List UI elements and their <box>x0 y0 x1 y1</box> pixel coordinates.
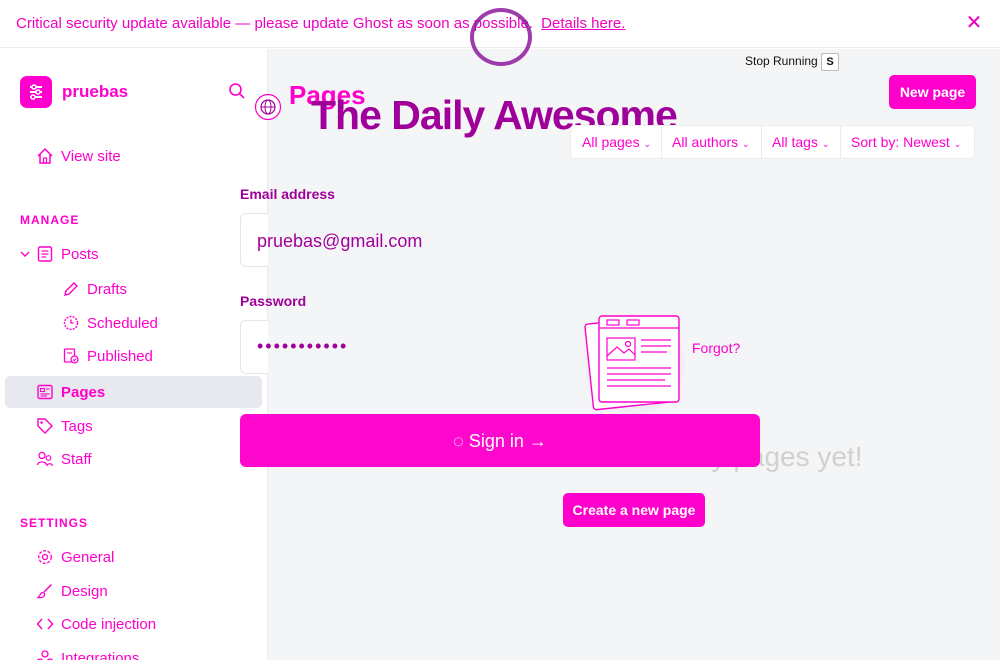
posts-icon <box>36 245 54 263</box>
sidebar-item-label: Drafts <box>87 281 128 298</box>
sidebar-item-label: Staff <box>61 451 92 468</box>
empty-pages-illustration <box>577 306 693 416</box>
caret-down-icon: ⌄ <box>953 139 962 149</box>
password-value[interactable]: ••••••••••• <box>257 336 348 357</box>
filter-authors[interactable]: All authors ⌄ <box>672 126 750 158</box>
clock-icon <box>62 314 80 332</box>
filter-label: Sort by: Newest <box>851 134 950 150</box>
published-icon <box>62 347 80 365</box>
chevron-down-icon[interactable] <box>19 247 31 259</box>
divider <box>840 126 841 158</box>
stop-running-label: Stop Running <box>745 54 818 68</box>
filter-label: All tags <box>772 134 818 150</box>
filter-label: All authors <box>672 134 739 150</box>
sidebar-item-label: Published <box>87 348 153 365</box>
site-name[interactable]: pruebas <box>62 82 128 102</box>
sidebar-item-label: General <box>61 549 115 566</box>
sidebar-item-label: Pages <box>61 384 106 401</box>
new-page-button[interactable]: New page <box>889 75 976 109</box>
code-icon <box>36 615 54 633</box>
sidebar-item-label: Design <box>61 583 108 600</box>
settings-heading: SETTINGS <box>20 516 89 530</box>
sidebar-item-label: View site <box>61 148 121 165</box>
sidebar-item-label: Posts <box>61 246 99 263</box>
password-label: Password <box>240 293 307 309</box>
email-value[interactable]: pruebas@gmail.com <box>257 231 422 252</box>
caret-down-icon: ⌄ <box>643 139 652 149</box>
banner-message-text: Critical security update available — ple… <box>16 15 533 32</box>
stop-key-badge[interactable]: S <box>821 53 839 71</box>
filter-page-type[interactable]: All pages ⌄ <box>582 126 651 158</box>
filter-sort[interactable]: Sort by: Newest ⌄ <box>851 126 961 158</box>
click-indicator <box>470 8 532 66</box>
sidebar-item-integrations[interactable]: Integrations <box>5 642 262 660</box>
forgot-password-link[interactable]: Forgot? <box>692 340 740 356</box>
search-icon[interactable] <box>228 82 246 100</box>
gear-icon <box>36 548 54 566</box>
sidebar-item-label: Code injection <box>61 616 157 633</box>
divider <box>761 126 762 158</box>
sidebar-item-label: Scheduled <box>87 315 158 332</box>
filter-label: All pages <box>582 134 640 150</box>
sidebar-item-tags[interactable]: Tags <box>5 410 262 442</box>
sidebar-item-design[interactable]: Design <box>5 575 262 607</box>
sidebar-item-staff[interactable]: Staff <box>5 443 262 475</box>
banner-details-link[interactable]: Details here. <box>541 15 625 32</box>
pages-icon <box>36 383 54 401</box>
integrations-icon <box>36 649 54 660</box>
banner-message: Critical security update available — ple… <box>16 15 625 32</box>
create-page-button[interactable]: Create a new page <box>563 493 705 527</box>
site-logo[interactable] <box>20 76 52 108</box>
tag-icon <box>36 417 54 435</box>
sidebar-item-code-injection[interactable]: Code injection <box>5 608 262 640</box>
users-icon <box>36 450 54 468</box>
sidebar-item-label: Integrations <box>61 650 140 660</box>
sidebar-item-posts[interactable]: Posts <box>5 238 262 270</box>
brush-icon <box>36 582 54 600</box>
home-icon <box>36 147 54 165</box>
email-label: Email address <box>240 186 335 202</box>
filter-bar: All pages ⌄ All authors ⌄ All tags ⌄ Sor… <box>571 126 974 158</box>
caret-down-icon: ⌄ <box>742 139 750 149</box>
manage-heading: MANAGE <box>20 213 80 227</box>
divider <box>661 126 662 158</box>
sidebar-item-drafts[interactable]: Drafts <box>5 273 262 305</box>
caret-down-icon: ⌄ <box>821 139 830 149</box>
globe-icon <box>254 93 282 121</box>
sidebar-item-general[interactable]: General <box>5 541 262 573</box>
sidebar-item-label: Tags <box>61 418 93 435</box>
sign-in-label: ◌ Sign in → <box>453 431 547 451</box>
close-icon[interactable]: ✕ <box>964 13 984 33</box>
sidebar-item-published[interactable]: Published <box>5 340 262 372</box>
sidebar-item-pages[interactable]: Pages <box>5 376 262 408</box>
sidebar-item-view-site[interactable]: View site <box>5 140 262 172</box>
sidebar-item-scheduled[interactable]: Scheduled <box>5 307 262 339</box>
filter-tags[interactable]: All tags ⌄ <box>772 126 829 158</box>
pencil-icon <box>62 280 80 298</box>
